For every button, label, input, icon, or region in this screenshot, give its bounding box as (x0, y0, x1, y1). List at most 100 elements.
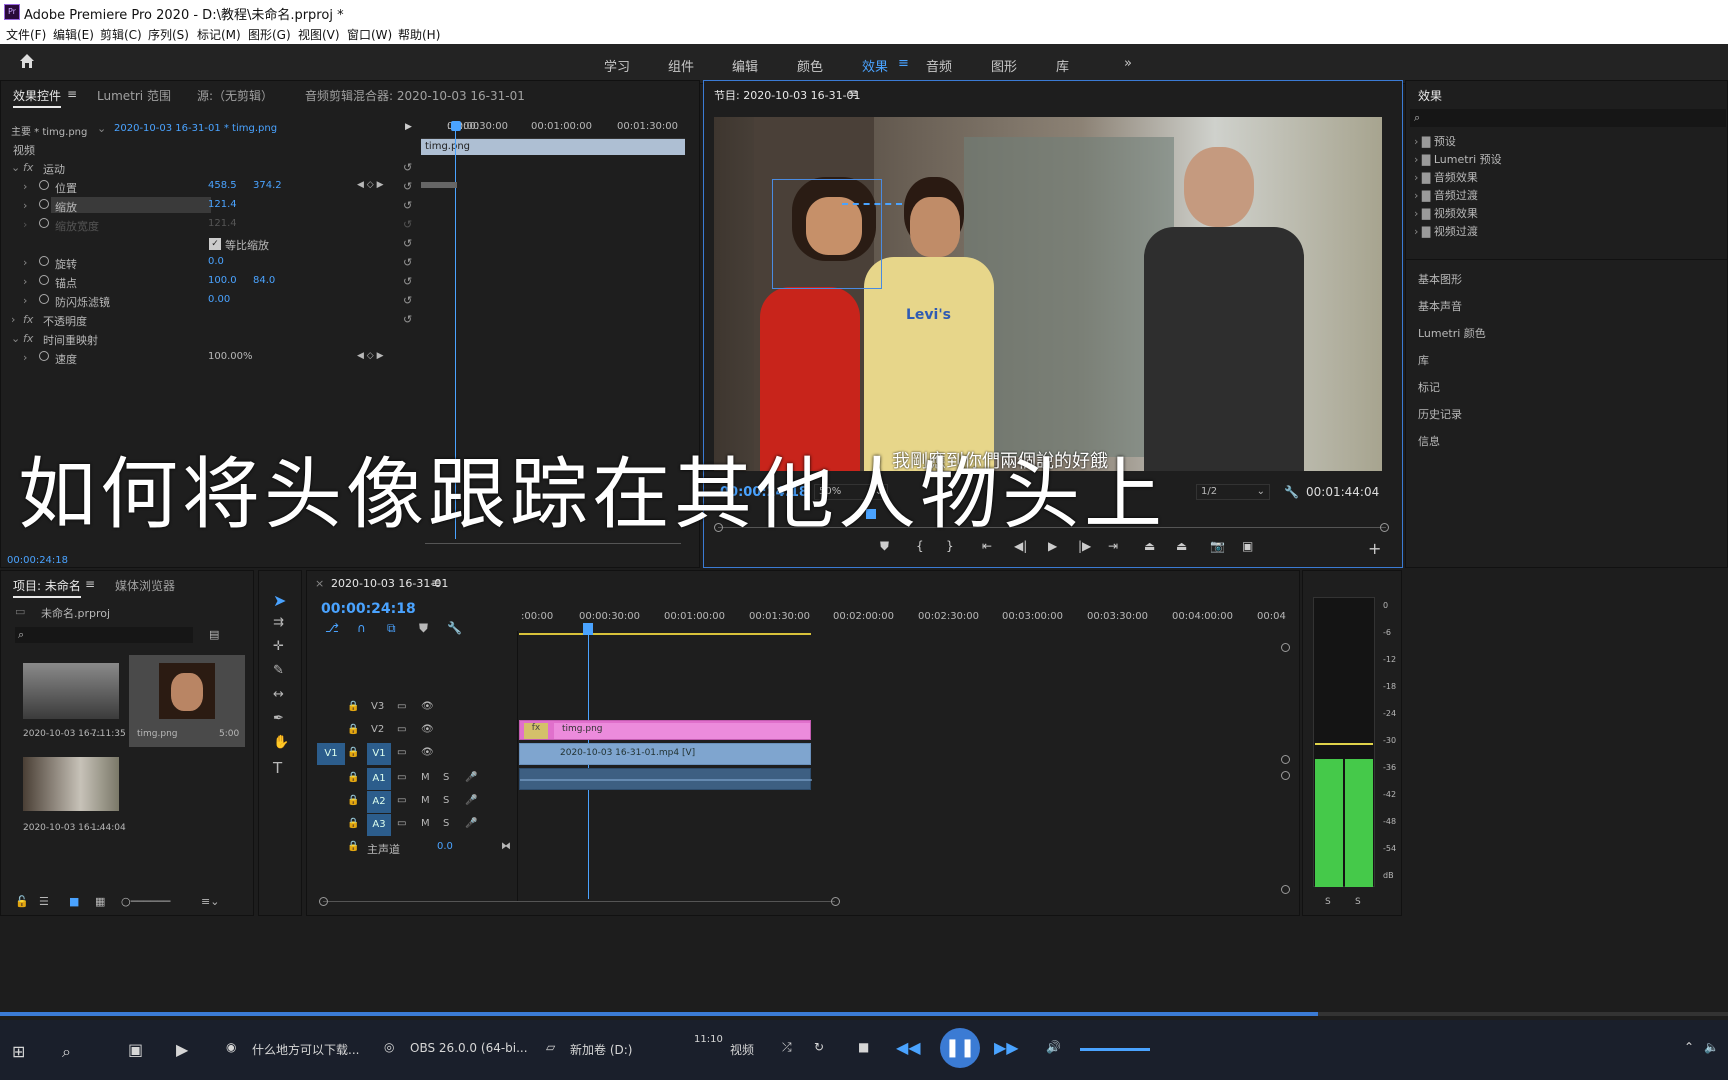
row-time-remap[interactable]: ⌄ fx 时间重映射 (7, 329, 453, 349)
compare-view-icon[interactable]: ▣ (1242, 539, 1253, 553)
lock-icon[interactable]: 🔓 (15, 895, 29, 908)
sequence-clip-label[interactable]: 2020-10-03 16-31-01 * timg.png (114, 123, 277, 134)
tab-menu-icon[interactable]: ≡ (67, 87, 77, 101)
master-clip-label[interactable]: 主要 * timg.png (11, 123, 87, 138)
row-position[interactable]: › 位置 458.5 374.2 ◀ ◇ ▶ ↺ (7, 177, 453, 197)
section-info[interactable]: 信息 (1418, 433, 1440, 449)
repeat-icon[interactable]: ↻ (814, 1040, 824, 1054)
section-essential-sound[interactable]: 基本声音 (1418, 298, 1462, 314)
taskbar-item-video[interactable]: 视频 (730, 1041, 754, 1058)
row-scale[interactable]: › 缩放 121.4 ↺ (7, 196, 453, 216)
ws-color[interactable]: 颜色 (797, 56, 823, 75)
row-rotation[interactable]: › 旋转 0.0 ↺ (7, 253, 453, 273)
timeline-zoom-scroll[interactable] (323, 901, 835, 902)
obs-icon[interactable]: ◎ (384, 1040, 394, 1054)
menu-marker[interactable]: 标记(M) (197, 26, 241, 43)
project-menu-icon[interactable]: ≡ (85, 577, 95, 591)
track-a1[interactable]: 🔒 A1 ▭ M S 🎤 (317, 768, 549, 790)
solo-left-button[interactable]: S (1325, 897, 1331, 907)
add-marker-icon[interactable]: ⛊ (419, 621, 428, 636)
sort-icon[interactable]: ≡⌄ (201, 895, 219, 908)
clip-audio-a1[interactable] (519, 768, 812, 790)
list-view-icon[interactable]: ☰ (39, 895, 49, 908)
timeline-menu-icon[interactable]: ≡ (431, 576, 441, 590)
ec-timecode[interactable]: 00:00:24:18 (7, 555, 68, 566)
extract-icon[interactable]: ⏏ (1176, 539, 1187, 553)
tab-effect-controls[interactable]: 效果控件 (13, 87, 62, 108)
menu-file[interactable]: 文件(F) (6, 26, 46, 43)
ws-menu-icon[interactable]: ≡ (898, 56, 909, 71)
row-anchor[interactable]: › 锚点 100.0 84.0 ↺ (7, 272, 453, 292)
row-speed[interactable]: › 速度 100.00% ◀ ◇ ▶ (7, 348, 453, 368)
windows-start-icon[interactable]: ⊞ (12, 1042, 25, 1061)
taskbar-item-obs[interactable]: OBS 26.0.0 (64-bi... (410, 1041, 528, 1055)
project-search-input[interactable]: ⌕ (15, 627, 193, 643)
icon-view-icon[interactable]: ■ (69, 895, 79, 908)
row-flicker[interactable]: › 防闪烁滤镜 0.00 ↺ (7, 291, 453, 311)
volume-slider[interactable] (1080, 1048, 1150, 1051)
section-lumetri-color[interactable]: Lumetri 颜色 (1418, 325, 1486, 341)
hand-tool-icon[interactable]: ✋ (273, 735, 289, 750)
wrench-icon[interactable]: 🔧 (1284, 485, 1299, 499)
row-opacity[interactable]: › fx 不透明度 ↺ (7, 310, 453, 330)
menu-view[interactable]: 视图(V) (298, 26, 340, 43)
ws-learn[interactable]: 学习 (604, 56, 630, 75)
nest-icon[interactable]: ⎇ (325, 621, 339, 635)
effects-search-input[interactable]: ⌕ (1410, 109, 1726, 127)
search-icon[interactable]: ⌕ (62, 1042, 71, 1062)
zoom-slider[interactable]: ○────── (121, 895, 170, 908)
clip-timg-v2[interactable]: fx timg.png (519, 720, 811, 740)
export-frame-icon[interactable]: 📷 (1210, 539, 1225, 553)
pause-button[interactable]: ❚❚ (940, 1028, 980, 1068)
project-item-2[interactable]: timg.png 5:00 (129, 655, 245, 747)
home-icon[interactable] (18, 52, 36, 70)
tab-project[interactable]: 项目: 未命名 (13, 577, 81, 598)
pinned-app-icon[interactable]: ▣ (128, 1040, 143, 1059)
stop-icon[interactable]: ■ (858, 1040, 869, 1054)
project-item-3[interactable]: 2020-10-03 16-... 1:44:04 (15, 755, 127, 835)
ws-assembly[interactable]: 组件 (668, 56, 694, 75)
section-essential-graphics[interactable]: 基本图形 (1418, 271, 1462, 287)
track-a2[interactable]: 🔒 A2 ▭ M S 🎤 (317, 791, 549, 813)
quality-select[interactable]: 1/2 ⌄ (1196, 484, 1270, 500)
timeline-timecode[interactable]: 00:00:24:18 (321, 601, 416, 617)
ec-playhead[interactable] (451, 121, 461, 131)
ws-graphics[interactable]: 图形 (991, 56, 1017, 75)
folder-lumetri-presets[interactable]: › ▇ Lumetri 预设 (1414, 151, 1714, 169)
program-title[interactable]: 节目: 2020-10-03 16-31-01 (714, 87, 861, 105)
tray-chevron-icon[interactable]: ⌃ (1684, 1040, 1694, 1054)
button-editor-plus-icon[interactable]: + (1368, 539, 1381, 558)
timeline-settings-icon[interactable]: 🔧 (447, 621, 462, 635)
ripple-edit-tool-icon[interactable]: ✛ (273, 639, 284, 654)
ws-libraries[interactable]: 库 (1056, 56, 1069, 75)
taskbar-item-drive[interactable]: 新加卷 (D:) (570, 1041, 632, 1058)
pen-tool-icon[interactable]: ✒ (273, 711, 284, 726)
folder-video-transitions[interactable]: › ▇ 视频过渡 (1414, 223, 1714, 241)
section-markers[interactable]: 标记 (1418, 379, 1440, 395)
timeline-ruler[interactable]: :00:00 00:00:30:00 00:01:00:00 00:01:30:… (519, 607, 1286, 637)
new-bin-icon[interactable]: ▤ (209, 628, 219, 641)
ec-ruler[interactable]: :00:00 00:00:30:00 00:01:00:00 00:01:30:… (421, 117, 685, 139)
section-history[interactable]: 历史记录 (1418, 406, 1462, 422)
folder-video-effects[interactable]: › ▇ 视频效果 (1414, 205, 1714, 223)
clip-video-v1[interactable]: 2020-10-03 16-31-01.mp4 [V] (519, 743, 811, 765)
track-v1[interactable]: V1 🔒 V1 ▭ 👁 (317, 743, 549, 765)
tab-lumetri-scopes[interactable]: Lumetri 范围 (97, 87, 171, 104)
player-progress-track[interactable] (0, 1012, 1728, 1016)
folder-audio-effects[interactable]: › ▇ 音频效果 (1414, 169, 1714, 187)
track-v3[interactable]: 🔒 V3 ▭ 👁 (317, 697, 549, 719)
menu-edit[interactable]: 编辑(E) (53, 26, 94, 43)
track-master[interactable]: 🔒 主声道 0.0 ⧓ (317, 837, 549, 859)
ws-effects[interactable]: 效果 (862, 56, 888, 75)
play-only-icon[interactable]: ▶ (405, 122, 412, 132)
menu-graphics[interactable]: 图形(G) (248, 26, 291, 43)
ws-editing[interactable]: 编辑 (732, 56, 758, 75)
shuffle-icon[interactable]: ⤮ (782, 1040, 792, 1055)
row-uniform-scale[interactable]: ✓ 等比缩放 ↺ (7, 234, 453, 254)
selection-tool-icon[interactable]: ➤ (273, 591, 286, 610)
menu-clip[interactable]: 剪辑(C) (100, 26, 142, 43)
rewind-icon[interactable]: ◀◀ (896, 1038, 921, 1057)
section-libraries[interactable]: 库 (1418, 352, 1429, 368)
folder-audio-transitions[interactable]: › ▇ 音频过渡 (1414, 187, 1714, 205)
tab-media-browser[interactable]: 媒体浏览器 (115, 577, 175, 594)
